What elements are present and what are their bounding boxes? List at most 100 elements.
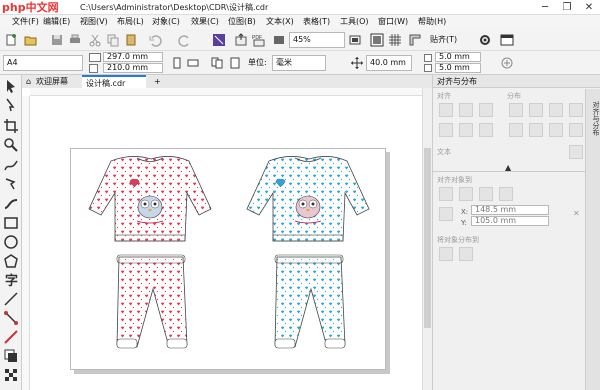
text-align-icon[interactable] xyxy=(569,145,583,159)
current-page-icon[interactable] xyxy=(228,56,242,70)
align-x-field[interactable]: 148.5 mm xyxy=(471,205,549,215)
zoom-fit-icon[interactable] xyxy=(348,33,362,47)
close-button[interactable]: ✕ xyxy=(578,0,600,15)
page-width-field[interactable]: 297.0 mm xyxy=(103,52,163,62)
ellipse-tool-icon[interactable] xyxy=(3,234,19,250)
maximize-button[interactable]: ❐ xyxy=(556,0,578,15)
align-left-icon[interactable] xyxy=(439,103,453,117)
show-rulers-icon[interactable] xyxy=(408,33,422,47)
menu-table[interactable]: 表格(T) xyxy=(303,15,330,29)
page-center-icon[interactable] xyxy=(479,187,493,201)
polygon-tool-icon[interactable] xyxy=(3,253,19,269)
copy-icon[interactable] xyxy=(106,33,120,47)
tab-welcome[interactable]: 欢迎屏幕 xyxy=(32,75,82,88)
vertical-scrollbar[interactable] xyxy=(422,88,432,390)
distribute-top-icon[interactable] xyxy=(509,123,523,137)
options-gear-icon[interactable] xyxy=(478,33,492,47)
active-objects-icon[interactable] xyxy=(439,187,453,201)
menu-text[interactable]: 文本(X) xyxy=(266,15,294,29)
interactive-effects-tool-icon[interactable] xyxy=(3,329,19,345)
home-icon[interactable]: ⌂ xyxy=(22,75,32,88)
distribute-right-icon[interactable] xyxy=(569,103,583,117)
grid-icon[interactable] xyxy=(499,187,513,201)
menu-effects[interactable]: 效果(C) xyxy=(191,15,219,29)
transparency-tool-icon[interactable] xyxy=(3,367,19,383)
redo-icon[interactable] xyxy=(178,33,192,47)
zoom-field[interactable]: 45% xyxy=(289,32,345,48)
paste-icon[interactable] xyxy=(124,33,138,47)
smart-fill-tool-icon[interactable] xyxy=(3,176,19,192)
minimize-button[interactable]: ─ xyxy=(534,0,556,15)
drop-shadow-tool-icon[interactable] xyxy=(3,348,19,364)
document-tabs: ⌂ 欢迎屏幕 设计稿.cdr + xyxy=(22,75,432,88)
align-center-h-icon[interactable] xyxy=(459,103,473,117)
application-launcher-icon[interactable] xyxy=(500,33,514,47)
artistic-media-tool-icon[interactable] xyxy=(3,196,19,212)
publish-pdf-icon[interactable]: PDF xyxy=(252,33,266,47)
align-bottom-icon[interactable] xyxy=(479,123,493,137)
unit-select[interactable]: 毫米 xyxy=(272,55,326,71)
zoom-tool-icon[interactable] xyxy=(3,137,19,153)
pick-tool-icon[interactable] xyxy=(3,78,19,94)
side-tab[interactable]: 对齐与分布 xyxy=(585,89,600,390)
new-document-icon[interactable] xyxy=(4,33,18,47)
align-objects-to-label: 对齐对象到 xyxy=(437,176,472,184)
distribute-center-icon[interactable] xyxy=(529,103,543,117)
quick-customize-icon[interactable] xyxy=(500,56,514,70)
import-icon[interactable] xyxy=(212,33,226,47)
document-page[interactable] xyxy=(70,148,386,370)
portrait-icon[interactable] xyxy=(170,56,184,70)
full-screen-icon[interactable] xyxy=(370,33,384,47)
menu-view[interactable]: 视图(V) xyxy=(80,15,108,29)
menu-window[interactable]: 窗口(W) xyxy=(378,15,408,29)
app-launcher-icon[interactable] xyxy=(272,33,286,47)
export-icon[interactable] xyxy=(234,33,248,47)
menu-tools[interactable]: 工具(O) xyxy=(340,15,369,29)
distribute-bottom-icon[interactable] xyxy=(569,123,583,137)
snap-to-dropdown[interactable]: 贴齐(T) xyxy=(430,34,457,46)
show-grid-icon[interactable] xyxy=(388,33,402,47)
align-center-v-icon[interactable] xyxy=(459,123,473,137)
reference-point-icon[interactable]: ✕ xyxy=(573,209,580,218)
menu-help[interactable]: 帮助(H) xyxy=(418,15,446,29)
distribute-spacing-icon[interactable] xyxy=(549,103,563,117)
parallel-dimension-tool-icon[interactable] xyxy=(3,291,19,307)
page-height-field[interactable]: 210.0 mm xyxy=(103,63,163,73)
duplicate-x-field[interactable]: 5.0 mm xyxy=(435,52,481,62)
page-edge-icon[interactable] xyxy=(459,187,473,201)
distribute-middle-icon[interactable] xyxy=(529,123,543,137)
landscape-icon[interactable] xyxy=(186,56,200,70)
distribute-selection-icon[interactable] xyxy=(439,247,453,261)
rectangle-tool-icon[interactable] xyxy=(3,215,19,231)
menu-file[interactable]: 文件(F) xyxy=(12,15,39,29)
distribute-left-icon[interactable] xyxy=(509,103,523,117)
horizontal-ruler xyxy=(30,88,422,96)
menu-object[interactable]: 对象(C) xyxy=(152,15,180,29)
align-right-icon[interactable] xyxy=(479,103,493,117)
crop-tool-icon[interactable] xyxy=(3,118,19,134)
connector-tool-icon[interactable] xyxy=(3,310,19,326)
freehand-tool-icon[interactable] xyxy=(3,157,19,173)
shape-tool-icon[interactable] xyxy=(3,97,19,113)
add-tab-icon[interactable]: + xyxy=(150,75,162,88)
align-y-field[interactable]: 105.0 mm xyxy=(471,216,549,226)
cut-icon[interactable] xyxy=(88,33,102,47)
align-top-icon[interactable] xyxy=(439,123,453,137)
undo-icon[interactable] xyxy=(148,33,162,47)
tab-design-doc[interactable]: 设计稿.cdr xyxy=(82,75,146,88)
duplicate-y-field[interactable]: 5.0 mm xyxy=(435,63,481,73)
distribute-v-spacing-icon[interactable] xyxy=(549,123,563,137)
specified-point-icon[interactable] xyxy=(439,207,453,221)
menu-layout[interactable]: 布局(L) xyxy=(117,15,144,29)
nudge-distance-field[interactable]: 40.0 mm xyxy=(366,55,412,71)
print-icon[interactable] xyxy=(68,33,82,47)
save-icon[interactable] xyxy=(50,33,64,47)
menu-bitmap[interactable]: 位图(B) xyxy=(228,15,256,29)
scroll-thumb[interactable] xyxy=(424,148,431,328)
menu-edit[interactable]: 编辑(E) xyxy=(43,15,70,29)
page-size-select[interactable]: A4 xyxy=(3,55,83,71)
all-pages-icon[interactable] xyxy=(210,56,224,70)
text-tool-icon[interactable]: 字 xyxy=(3,272,19,288)
open-icon[interactable] xyxy=(24,33,38,47)
distribute-page-icon[interactable] xyxy=(459,247,473,261)
